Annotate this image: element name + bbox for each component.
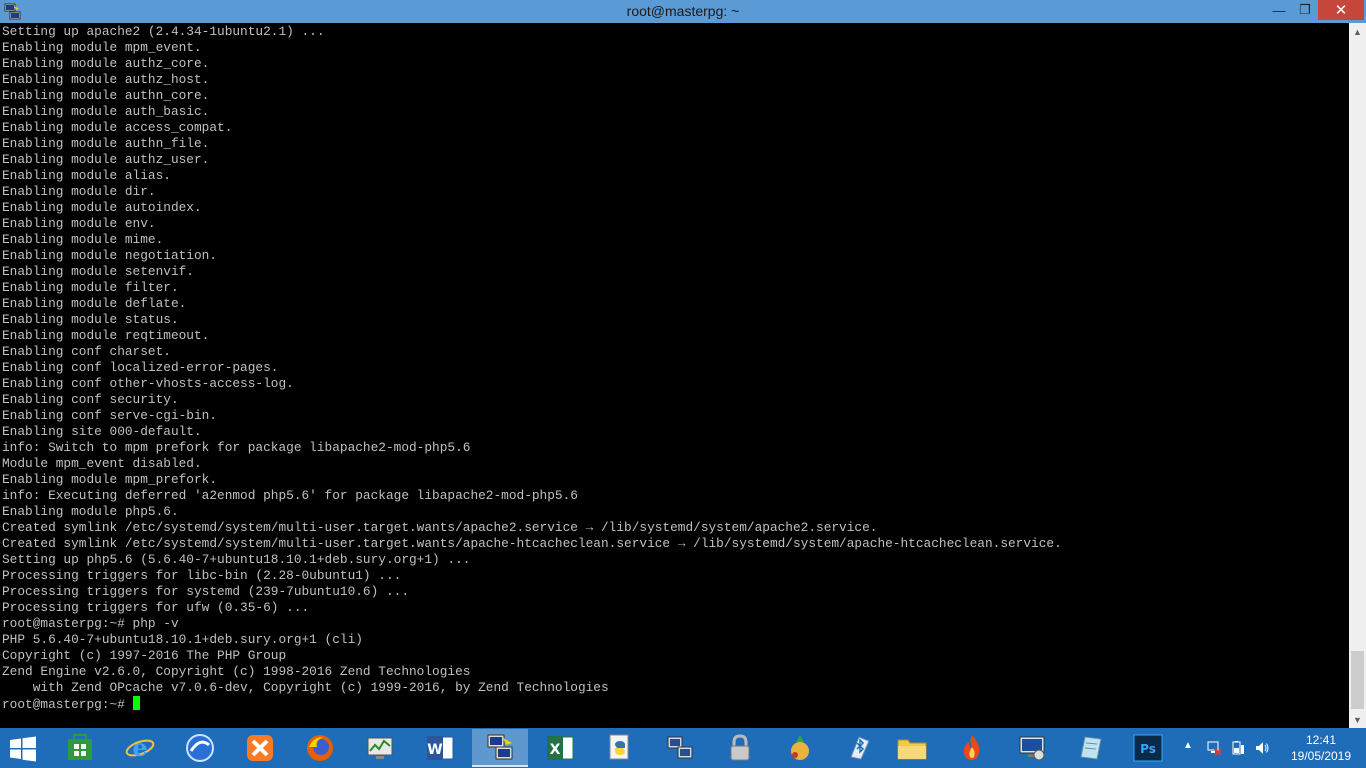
terminal-line: Enabling conf security. bbox=[2, 392, 179, 407]
terminal-line: Enabling module authn_core. bbox=[2, 88, 210, 103]
remote-icon[interactable] bbox=[1004, 729, 1060, 767]
scroll-down-button[interactable]: ▼ bbox=[1349, 711, 1366, 728]
terminal-line: Created symlink /etc/systemd/system/mult… bbox=[2, 536, 1062, 551]
ie-icon[interactable]: e bbox=[112, 729, 168, 767]
volume-icon[interactable] bbox=[1254, 740, 1270, 756]
terminal-line: Enabling module deflate. bbox=[2, 296, 187, 311]
terminal-line: Enabling conf serve-cgi-bin. bbox=[2, 408, 218, 423]
network-disconnected-icon[interactable] bbox=[1206, 740, 1222, 756]
network-icon[interactable] bbox=[652, 729, 708, 767]
putty-taskbar-icon[interactable] bbox=[472, 729, 528, 767]
terminal-line: Created symlink /etc/systemd/system/mult… bbox=[2, 520, 878, 535]
xampp-icon[interactable] bbox=[232, 729, 288, 767]
terminal-line: Enabling module env. bbox=[2, 216, 156, 231]
terminal-line: Enabling module autoindex. bbox=[2, 200, 202, 215]
clock-date: 19/05/2019 bbox=[1290, 749, 1352, 763]
terminal-scrollbar[interactable]: ▲ ▼ bbox=[1349, 23, 1366, 728]
terminal-line: Enabling module mpm_event. bbox=[2, 40, 202, 55]
store-icon[interactable] bbox=[52, 729, 108, 767]
terminal-output[interactable]: Setting up apache2 (2.4.34-1ubuntu2.1) .… bbox=[0, 23, 1349, 728]
folder-icon[interactable] bbox=[884, 729, 940, 767]
terminal-line: Enabling conf charset. bbox=[2, 344, 171, 359]
svg-text:e: e bbox=[132, 733, 147, 762]
terminal-line: Enabling module alias. bbox=[2, 168, 171, 183]
word-icon[interactable]: W bbox=[412, 729, 468, 767]
taskbar: e W X Ps ▲ 12:41 19/05/2019 bbox=[0, 728, 1366, 768]
lock-icon[interactable] bbox=[712, 729, 768, 767]
excel-label: X bbox=[550, 742, 561, 758]
terminal-line: Enabling conf localized-error-pages. bbox=[2, 360, 279, 375]
terminal-line: Enabling module php5.6. bbox=[2, 504, 179, 519]
game-icon[interactable] bbox=[772, 729, 828, 767]
word-label: W bbox=[427, 742, 442, 758]
terminal-line: Enabling module filter. bbox=[2, 280, 179, 295]
battery-icon[interactable] bbox=[1230, 740, 1246, 756]
terminal-line: Processing triggers for systemd (239-7ub… bbox=[2, 584, 410, 599]
window-title: root@masterpg: ~ bbox=[626, 3, 740, 19]
globe-icon[interactable] bbox=[172, 729, 228, 767]
terminal-lines: Setting up apache2 (2.4.34-1ubuntu2.1) .… bbox=[2, 24, 1062, 712]
terminal-line: Setting up apache2 (2.4.34-1ubuntu2.1) .… bbox=[2, 24, 325, 39]
tray-expand-icon[interactable]: ▲ bbox=[1183, 740, 1193, 751]
terminal-line: Enabling site 000-default. bbox=[2, 424, 202, 439]
window-titlebar[interactable]: root@masterpg: ~ — ❐ ✕ bbox=[0, 0, 1366, 23]
terminal-cursor bbox=[132, 696, 140, 710]
terminal-line: Enabling conf other-vhosts-access-log. bbox=[2, 376, 294, 391]
system-clock[interactable]: 12:41 19/05/2019 bbox=[1282, 732, 1360, 764]
terminal-line: Enabling module negotiation. bbox=[2, 248, 218, 263]
terminal-line: Enabling module authz_core. bbox=[2, 56, 210, 71]
terminal-line: info: Switch to mpm prefork for package … bbox=[2, 440, 471, 455]
terminal-prompt: root@masterpg:~# bbox=[2, 697, 133, 712]
close-button[interactable]: ✕ bbox=[1318, 0, 1364, 20]
terminal-line: with Zend OPcache v7.0.6-dev, Copyright … bbox=[2, 680, 609, 695]
clock-time: 12:41 bbox=[1305, 733, 1337, 747]
python-icon[interactable] bbox=[592, 729, 648, 767]
terminal-line: Enabling module reqtimeout. bbox=[2, 328, 210, 343]
bluetooth-icon[interactable] bbox=[832, 729, 888, 767]
windows-start-icon[interactable] bbox=[8, 736, 38, 762]
notepad-icon[interactable] bbox=[1062, 729, 1118, 767]
terminal-line: Copyright (c) 1997-2016 The PHP Group bbox=[2, 648, 287, 663]
firefox-icon[interactable] bbox=[292, 729, 348, 767]
terminal-prompt-line[interactable]: root@masterpg:~# bbox=[2, 696, 1062, 712]
terminal-line: Module mpm_event disabled. bbox=[2, 456, 202, 471]
photoshop-label: Ps bbox=[1140, 742, 1156, 756]
terminal-line: Enabling module dir. bbox=[2, 184, 156, 199]
terminal-line: Processing triggers for ufw (0.35-6) ... bbox=[2, 600, 310, 615]
maximize-button[interactable]: ❐ bbox=[1293, 0, 1317, 20]
terminal-line: info: Executing deferred 'a2enmod php5.6… bbox=[2, 488, 578, 503]
scroll-up-button[interactable]: ▲ bbox=[1349, 23, 1366, 40]
terminal-line: Enabling module access_compat. bbox=[2, 120, 233, 135]
terminal-line: PHP 5.6.40-7+ubuntu18.10.1+deb.sury.org+… bbox=[2, 632, 363, 647]
terminal-line: Processing triggers for libc-bin (2.28-0… bbox=[2, 568, 402, 583]
terminal-line: Setting up php5.6 (5.6.40-7+ubuntu18.10.… bbox=[2, 552, 471, 567]
terminal-line: Enabling module authz_host. bbox=[2, 72, 210, 87]
terminal-line: Enabling module status. bbox=[2, 312, 179, 327]
scroll-thumb[interactable] bbox=[1351, 651, 1364, 709]
terminal-line: Enabling module mime. bbox=[2, 232, 164, 247]
terminal-line: Enabling module authz_user. bbox=[2, 152, 210, 167]
minimize-button[interactable]: — bbox=[1267, 0, 1291, 20]
terminal-line: root@masterpg:~# php -v bbox=[2, 616, 179, 631]
terminal-line: Zend Engine v2.6.0, Copyright (c) 1998-2… bbox=[2, 664, 471, 679]
terminal-line: Enabling module auth_basic. bbox=[2, 104, 210, 119]
monitor-icon[interactable] bbox=[352, 729, 408, 767]
fire-icon[interactable] bbox=[944, 729, 1000, 767]
terminal-line: Enabling module authn_file. bbox=[2, 136, 210, 151]
excel-icon[interactable]: X bbox=[532, 729, 588, 767]
terminal-line: Enabling module setenvif. bbox=[2, 264, 194, 279]
terminal-line: Enabling module mpm_prefork. bbox=[2, 472, 218, 487]
photoshop-icon[interactable]: Ps bbox=[1120, 729, 1176, 767]
